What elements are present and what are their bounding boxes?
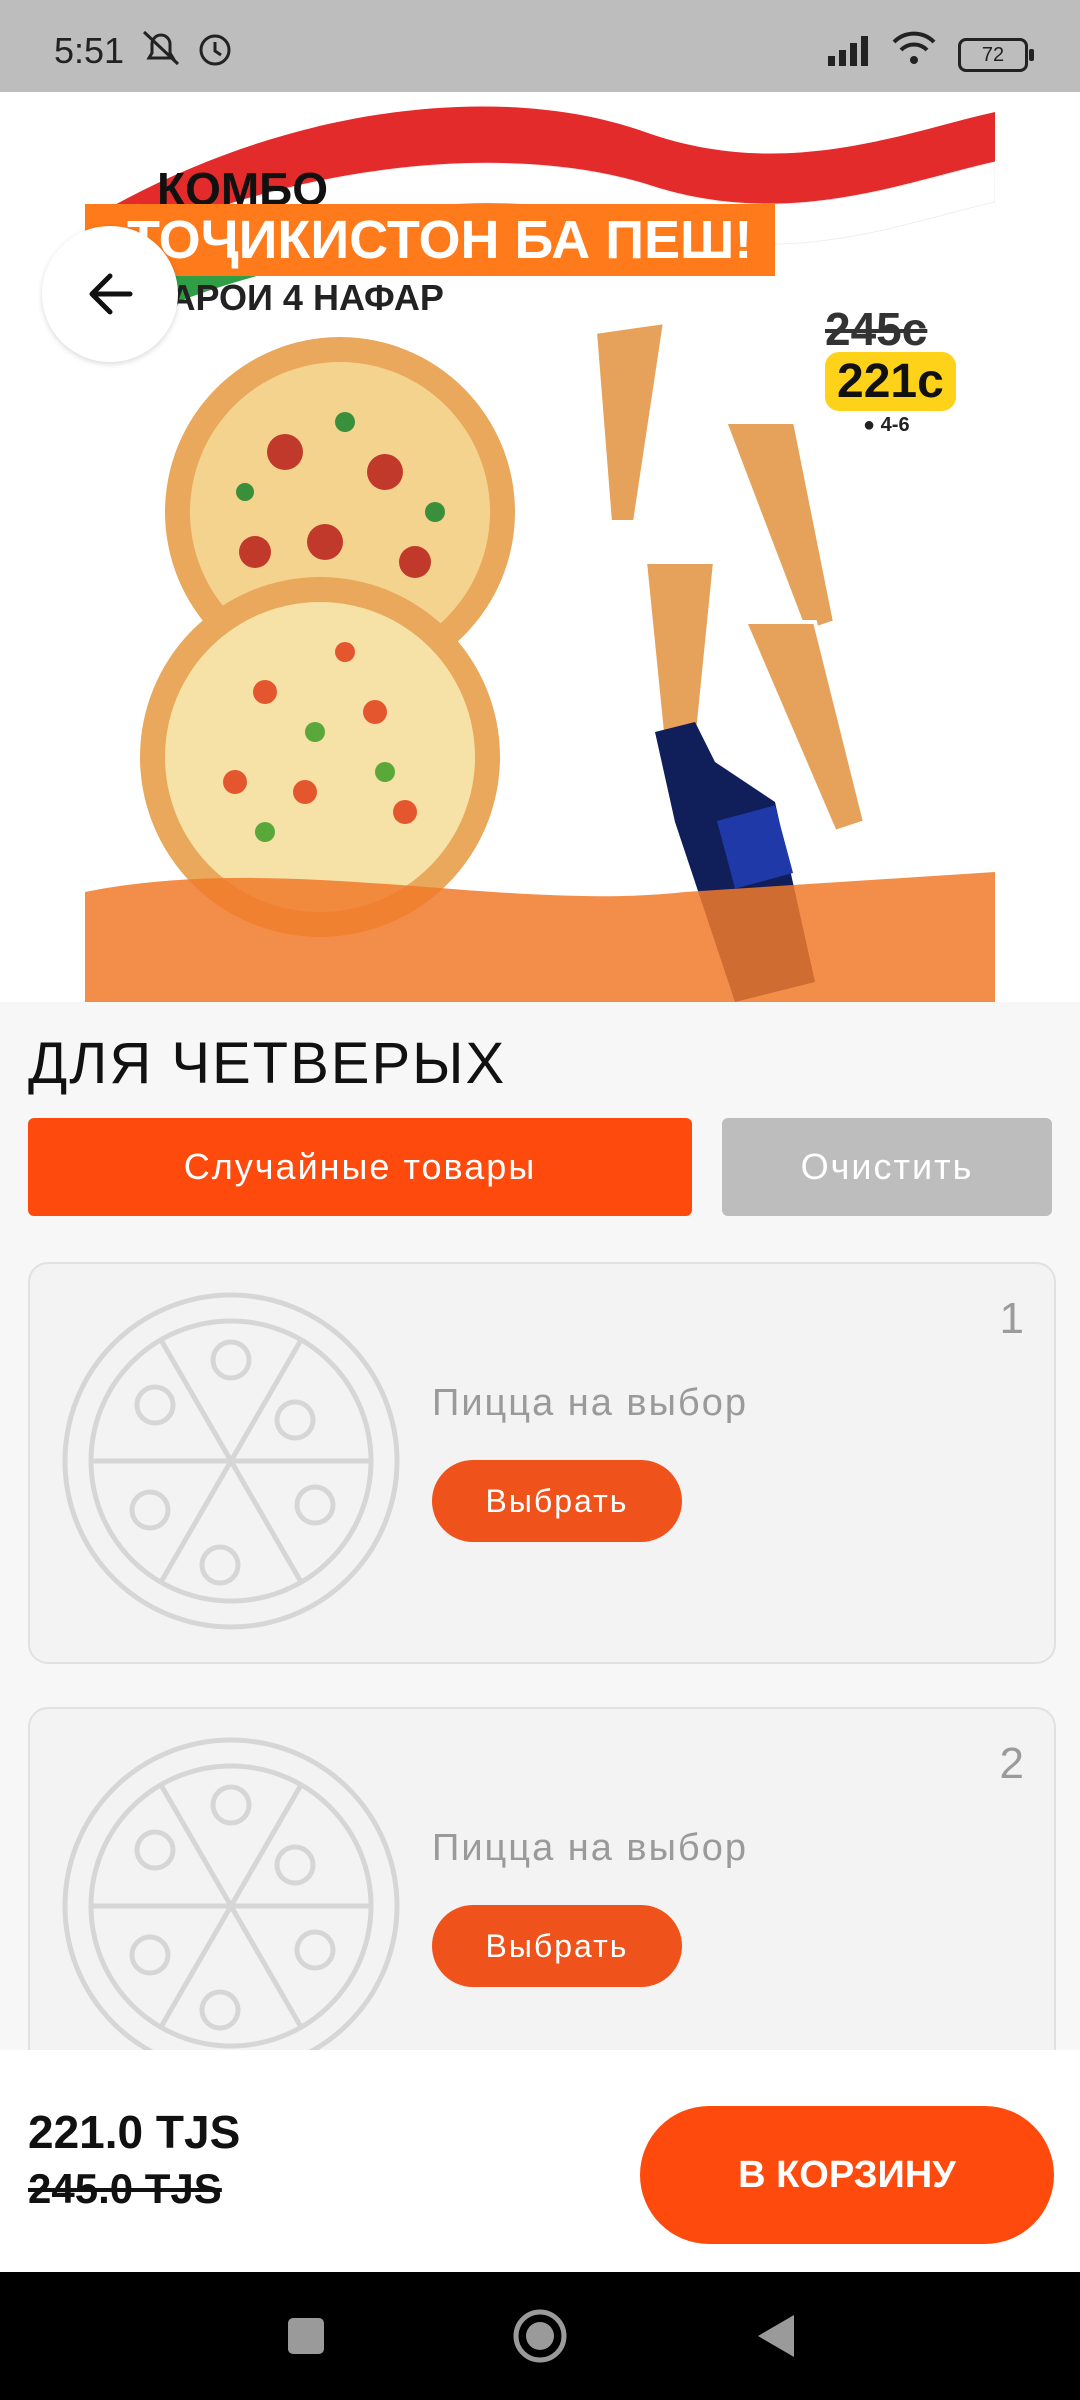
slot-card: 2 Пицца на выбор Выбрать xyxy=(28,1707,1056,2109)
clear-button[interactable]: Очистить xyxy=(722,1118,1052,1216)
status-time: 5:51 xyxy=(54,30,125,71)
poster-new-price: 221с xyxy=(825,352,956,411)
back-nav-button[interactable] xyxy=(740,2272,812,2400)
poster-old-price: 245с xyxy=(825,303,928,355)
arrow-left-icon xyxy=(89,273,133,315)
choose-button[interactable]: Выбрать xyxy=(432,1905,682,1987)
wifi-icon xyxy=(890,28,938,73)
poster-people-count: ● 4-6 xyxy=(863,414,910,437)
square-icon xyxy=(288,2318,324,2354)
pizza-placeholder-icon xyxy=(62,1292,400,1630)
slot-number: 2 xyxy=(999,1739,1024,1788)
alarm-icon xyxy=(194,28,236,73)
poster-banner: ТОҶИКИСТОН БА ПЕШ! xyxy=(85,204,775,276)
status-bar: 5:51 72 xyxy=(0,0,1080,92)
combo-poster-image: КОМБО ТОҶИКИСТОН БА ПЕШ! БАРОИ 4 НАФАР 2… xyxy=(85,92,995,1002)
old-price: 245.0 TJS xyxy=(28,2165,222,2212)
poster-subtitle: БАРОИ 4 НАФАР xyxy=(145,277,444,318)
pizza-placeholder-icon xyxy=(62,1737,400,2075)
back-button[interactable] xyxy=(42,226,178,362)
total-price: 221.0 TJS xyxy=(28,2106,241,2158)
slot-label: Пицца на выбор xyxy=(432,1382,748,1424)
muted-bell-icon xyxy=(140,28,182,73)
random-items-button[interactable]: Случайные товары xyxy=(28,1118,692,1216)
page-title: ДЛЯ ЧЕТВЕРЫХ xyxy=(28,1031,507,1096)
battery-indicator: 72 xyxy=(958,38,1034,72)
combo-hero: КОМБО ТОҶИКИСТОН БА ПЕШ! БАРОИ 4 НАФАР 2… xyxy=(0,92,1080,1002)
choose-button[interactable]: Выбрать xyxy=(432,1460,682,1542)
add-to-cart-button[interactable]: В КОРЗИНУ xyxy=(640,2106,1054,2244)
slot-number: 1 xyxy=(999,1294,1024,1343)
triangle-back-icon xyxy=(758,2315,794,2357)
home-button[interactable] xyxy=(500,2272,580,2400)
circle-icon xyxy=(513,2309,567,2363)
checkout-bar: 221.0 TJS 245.0 TJS В КОРЗИНУ xyxy=(0,2050,1080,2272)
person-icon: ● xyxy=(863,414,876,436)
system-nav-bar xyxy=(0,2272,1080,2400)
recents-button[interactable] xyxy=(270,2272,342,2400)
slot-label: Пицца на выбор xyxy=(432,1827,748,1869)
signal-icon xyxy=(826,28,878,73)
poster-people-label: 4-6 xyxy=(880,414,910,436)
slot-card: 1 Пицца на выбор Выбрать xyxy=(28,1262,1056,1664)
